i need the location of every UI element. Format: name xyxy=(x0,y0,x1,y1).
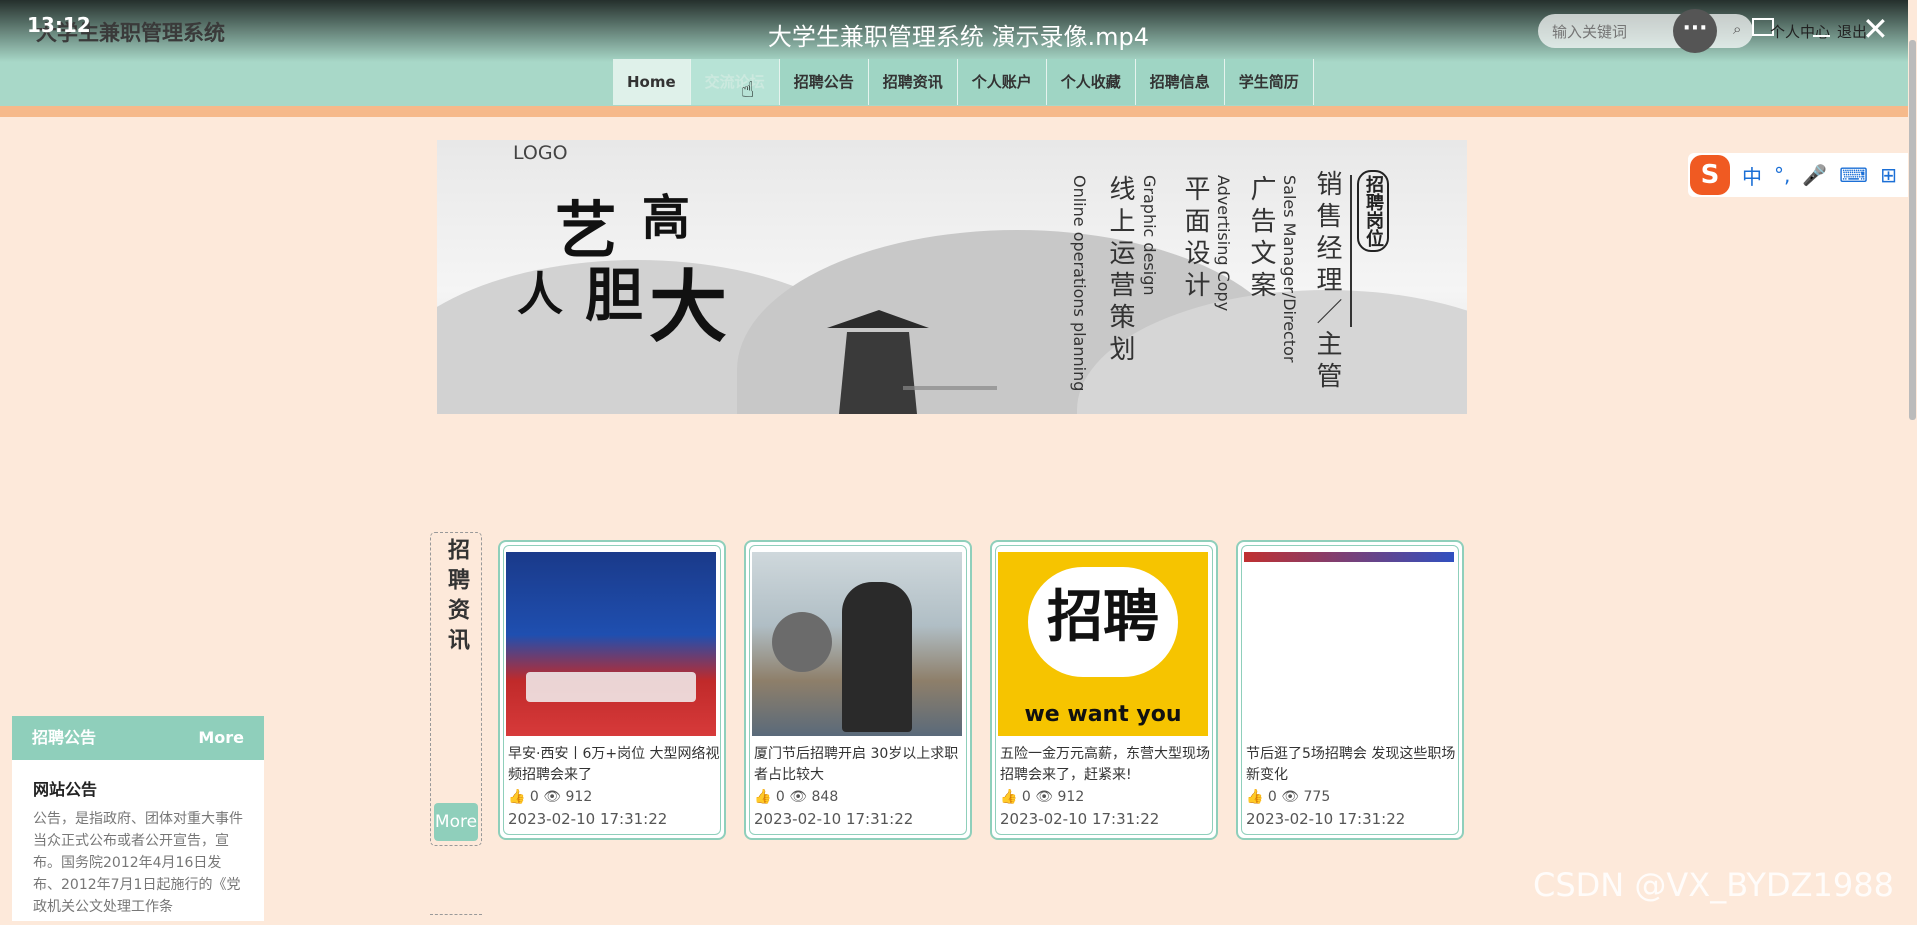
view-icon: 👁 xyxy=(1035,789,1054,805)
recruit-badge: 招聘岗位 xyxy=(1357,170,1389,252)
news-stats: 👍 0 👁 848 xyxy=(754,789,838,805)
minimize-icon[interactable] xyxy=(1813,35,1830,37)
announcement-more-link[interactable]: More xyxy=(198,716,244,760)
personal-center-link[interactable]: 个人中心 xyxy=(1770,21,1830,42)
view-icon: 👁 xyxy=(543,789,562,805)
nav-favorites[interactable]: 个人收藏 xyxy=(1046,59,1136,105)
banner-job-title-en: Advertising Copy xyxy=(1214,175,1233,312)
view-icon: 👁 xyxy=(789,789,808,805)
news-card[interactable]: 节后逛了5场招聘会 发现这些职场新变化 👍 0 👁 775 2023-02-10… xyxy=(1236,540,1464,840)
search-input[interactable] xyxy=(1538,14,1694,50)
ime-lang-toggle[interactable]: 中 xyxy=(1742,161,1762,190)
main-nav: Home 交流论坛 招聘公告 招聘资讯 个人账户 个人收藏 招聘信息 学生简历 xyxy=(613,59,1314,105)
banner-job-title: 平面设计 xyxy=(1180,175,1210,303)
more-options-button[interactable]: ··· xyxy=(1673,9,1717,53)
nav-account[interactable]: 个人账户 xyxy=(957,59,1047,105)
news-date: 2023-02-10 17:31:22 xyxy=(754,810,914,828)
hand-cursor-icon: ☝ xyxy=(741,78,755,103)
section-title: 招聘资讯 xyxy=(444,538,469,658)
banner-logo: LOGO xyxy=(513,142,568,164)
announcement-title: 招聘公告 xyxy=(32,728,97,747)
news-title: 早安·西安丨6万+岗位 大型网络视频招聘会来了 xyxy=(508,746,720,783)
next-section-border xyxy=(430,914,482,925)
header-divider xyxy=(0,106,1917,117)
calligraphy-char: 人 xyxy=(517,267,563,321)
calligraphy-char: 高 xyxy=(642,190,691,246)
like-icon: 👍 xyxy=(754,789,772,805)
news-image: 招聘 we want you xyxy=(998,552,1208,736)
news-image xyxy=(1244,552,1454,736)
like-icon: 👍 xyxy=(1000,789,1018,805)
like-icon: 👍 xyxy=(1246,789,1264,805)
like-icon: 👍 xyxy=(508,789,526,805)
news-title: 厦门节后招聘开启 30岁以上求职者占比较大 xyxy=(754,746,959,783)
banner-carousel[interactable]: LOGO 艺 高 人 胆 大 招聘岗位 销售经理／主管 Sales Manage… xyxy=(437,140,1467,414)
watermark: CSDN @VX_BYDZ1988 xyxy=(1533,866,1894,904)
ime-toolbar: S 中 °, 🎤 ⌨ ⊞ xyxy=(1688,153,1914,197)
like-count: 0 xyxy=(529,789,539,805)
banner-job-title: 广告文案 xyxy=(1246,175,1276,303)
news-stats: 👍 0 👁 912 xyxy=(1000,789,1084,805)
like-count: 0 xyxy=(775,789,785,805)
banner-job-title: 线上运营策划 xyxy=(1105,175,1135,367)
news-stats: 👍 0 👁 775 xyxy=(1246,789,1330,805)
news-title: 节后逛了5场招聘会 发现这些职场新变化 xyxy=(1246,746,1456,783)
news-date: 2023-02-10 17:31:22 xyxy=(508,810,668,828)
nav-resume[interactable]: 学生简历 xyxy=(1224,59,1314,105)
close-icon[interactable]: ✕ xyxy=(1862,10,1889,48)
banner-divider-line xyxy=(1350,175,1352,327)
news-title: 五险一金万元高薪，东营大型现场招聘会来了，赶紧来! xyxy=(1000,746,1210,783)
image-text: we want you xyxy=(1024,702,1182,727)
sogou-logo-icon[interactable]: S xyxy=(1690,155,1730,195)
calligraphy-char: 胆 xyxy=(585,261,644,329)
section-more-button[interactable]: More xyxy=(434,803,478,841)
news-date: 2023-02-10 17:31:22 xyxy=(1000,810,1160,828)
news-card[interactable]: 厦门节后招聘开启 30岁以上求职者占比较大 👍 0 👁 848 2023-02-… xyxy=(744,540,972,840)
banner-job-title-en: Online operations planning xyxy=(1070,175,1089,392)
swordsman-figure xyxy=(827,310,929,414)
ime-punct-icon[interactable]: °, xyxy=(1774,163,1790,187)
search-box[interactable] xyxy=(1538,14,1753,50)
calligraphy-char: 大 xyxy=(649,262,728,353)
ime-keyboard-icon[interactable]: ⌨ xyxy=(1839,163,1868,187)
view-count: 912 xyxy=(1057,789,1085,805)
view-icon: 👁 xyxy=(1281,789,1300,805)
news-image xyxy=(752,552,962,736)
banner-job-title-en: Graphic design xyxy=(1140,175,1159,296)
announcement-item-title[interactable]: 网站公告 xyxy=(33,776,243,800)
carousel-indicator[interactable] xyxy=(903,386,997,390)
news-image xyxy=(506,552,716,736)
announcement-panel: 招聘公告 More 网站公告 公告，是指政府、团体对重大事件当众正式公布或者公开… xyxy=(12,716,264,921)
nav-job-announcements[interactable]: 招聘公告 xyxy=(779,59,869,105)
news-card[interactable]: 早安·西安丨6万+岗位 大型网络视频招聘会来了 👍 0 👁 912 2023-0… xyxy=(498,540,726,840)
banner-job-title: 销售经理／主管 xyxy=(1312,170,1342,394)
nav-home[interactable]: Home xyxy=(613,59,691,105)
view-count: 775 xyxy=(1303,789,1331,805)
image-text: 招聘 xyxy=(1047,585,1159,650)
view-count: 848 xyxy=(811,789,839,805)
search-icon[interactable]: ⌕ xyxy=(1733,20,1741,38)
news-date: 2023-02-10 17:31:22 xyxy=(1246,810,1406,828)
section-label-job-news: 招聘资讯 More xyxy=(430,532,482,846)
banner-job-title-en: Sales Manager/Director xyxy=(1280,175,1299,363)
ime-mic-icon[interactable]: 🎤 xyxy=(1802,163,1827,187)
nav-job-info[interactable]: 招聘信息 xyxy=(1135,59,1225,105)
scrollbar-thumb[interactable] xyxy=(1909,40,1916,420)
like-count: 0 xyxy=(1021,789,1031,805)
news-stats: 👍 0 👁 912 xyxy=(508,789,592,805)
news-card[interactable]: 招聘 we want you 五险一金万元高薪，东营大型现场招聘会来了，赶紧来!… xyxy=(990,540,1218,840)
nav-forum[interactable]: 交流论坛 xyxy=(690,59,780,105)
nav-job-news[interactable]: 招聘资讯 xyxy=(868,59,958,105)
view-count: 912 xyxy=(565,789,593,805)
announcement-item-body: 公告，是指政府、团体对重大事件当众正式公布或者公开宣告，宣布。国务院2012年4… xyxy=(33,811,243,915)
ime-apps-icon[interactable]: ⊞ xyxy=(1880,163,1897,187)
like-count: 0 xyxy=(1267,789,1277,805)
announcement-header: 招聘公告 More xyxy=(12,716,264,760)
